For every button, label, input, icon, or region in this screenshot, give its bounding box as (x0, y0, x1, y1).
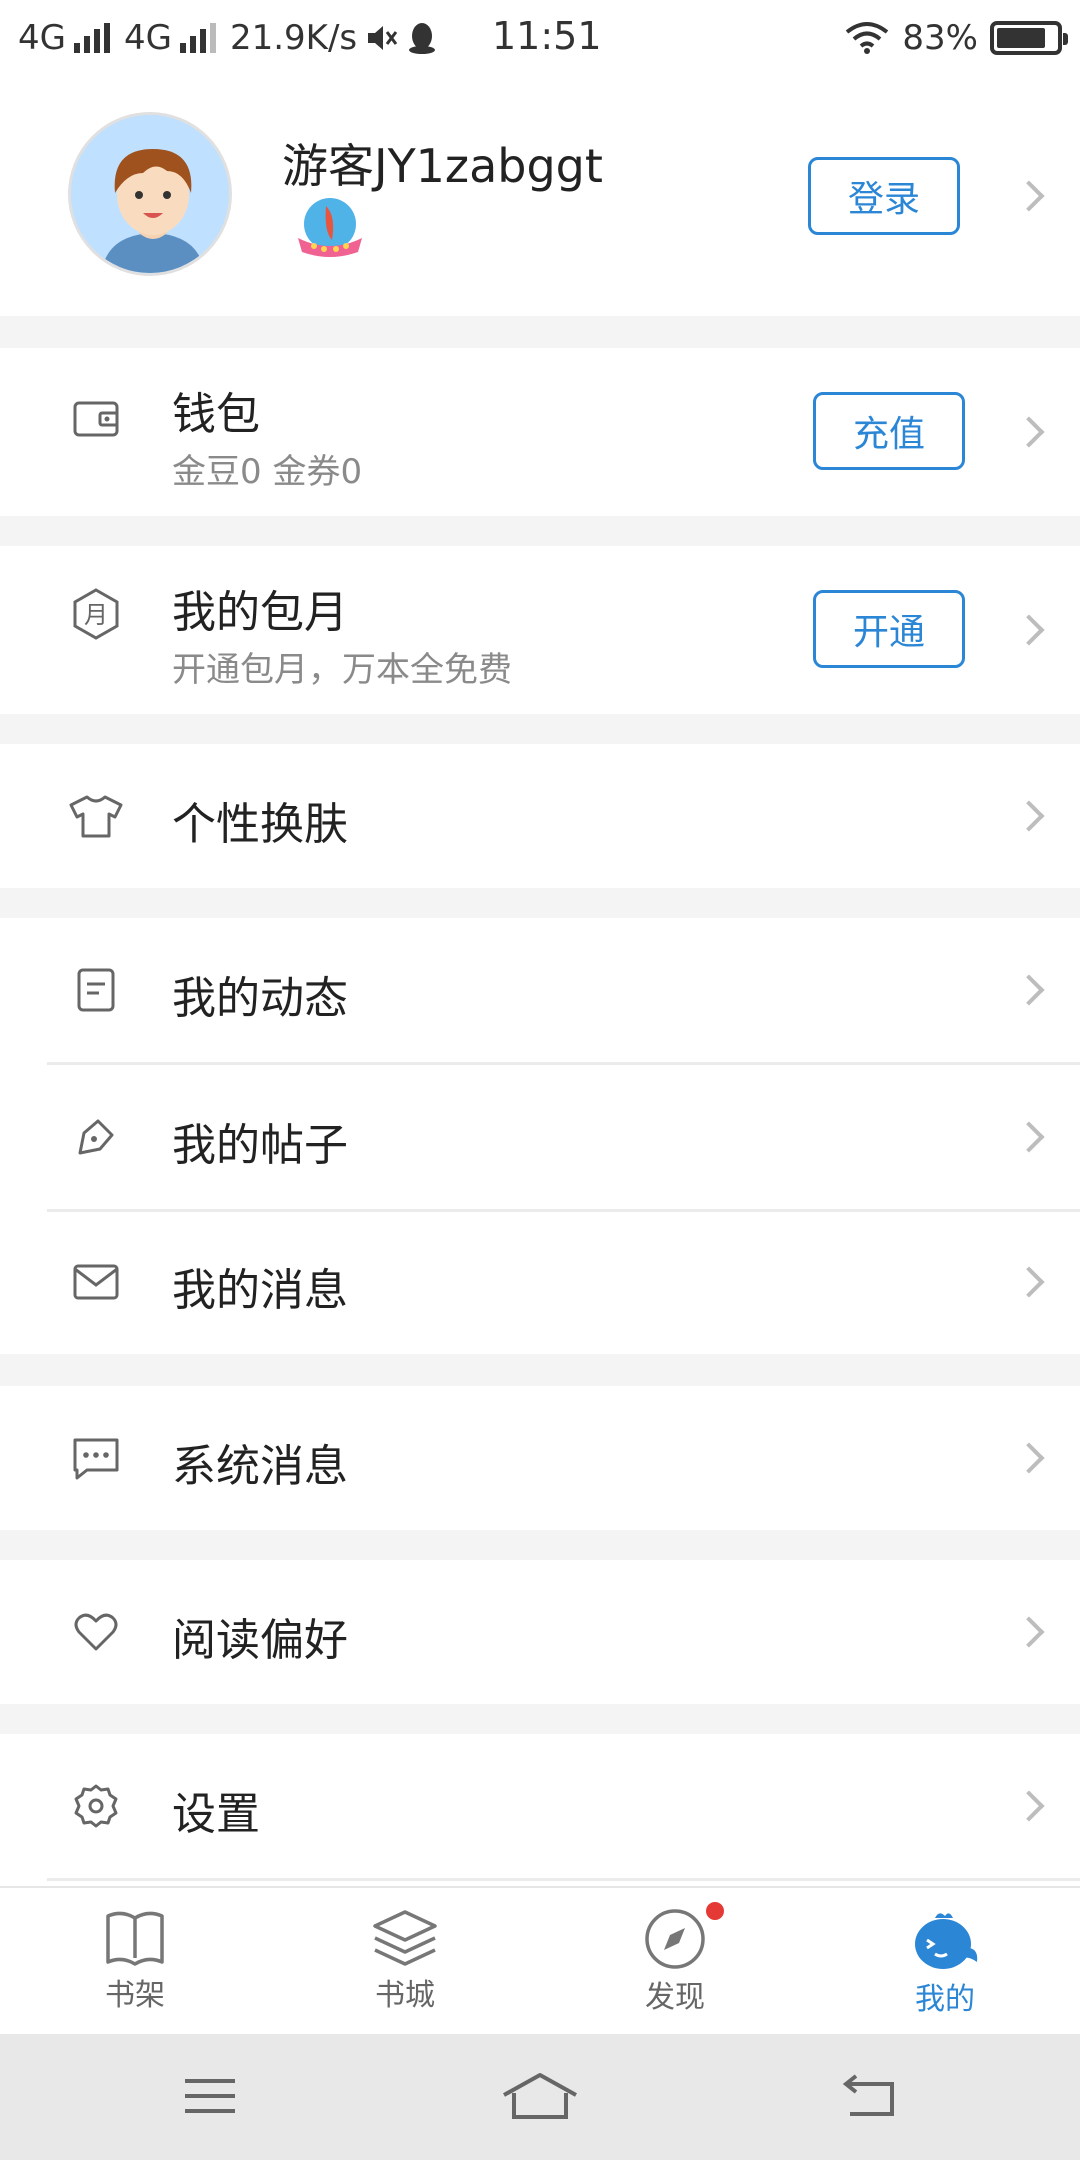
network-speed: 21.9K/s (229, 18, 358, 58)
nav-label: 书城 (375, 1978, 435, 2013)
back-icon (842, 2074, 894, 2116)
status-bar: 4G 4G 21.9K/s 11:51 83% (0, 0, 1080, 76)
divider (47, 1878, 1080, 1881)
menu-button[interactable] (170, 2064, 250, 2128)
wallet-section[interactable]: 钱包 金豆0 金券0 充值 (0, 348, 1080, 516)
system-messages-label: 系统消息 (172, 1441, 348, 1492)
wifi-icon (846, 22, 889, 54)
nav-mine[interactable]: 我的 (810, 1888, 1080, 2036)
activity-label: 我的动态 (172, 973, 348, 1024)
chat-bubble-icon (70, 1432, 122, 1484)
back-button[interactable] (830, 2064, 910, 2128)
nav-discover[interactable]: 发现 (540, 1888, 810, 2036)
nav-bookshelf[interactable]: 书架 (0, 1888, 270, 2036)
system-nav-bar (0, 2034, 1080, 2160)
battery-percent: 83% (902, 18, 978, 58)
level-badge-icon (298, 198, 362, 257)
clock: 11:51 (492, 14, 602, 58)
tshirt-icon (66, 790, 126, 842)
document-icon (70, 964, 122, 1016)
nav-label: 发现 (645, 1980, 705, 2015)
chevron-right-icon (1013, 974, 1045, 1006)
network-type-1: 4G (18, 18, 66, 58)
heart-icon (70, 1606, 122, 1658)
monthly-subtitle: 开通包月，万本全免费 (172, 650, 512, 690)
gear-icon (70, 1780, 122, 1832)
chevron-right-icon (1013, 1121, 1045, 1153)
compass-icon (645, 1909, 705, 1969)
signal-icon (73, 23, 110, 53)
mute-icon (368, 26, 398, 50)
system-messages-row[interactable]: 系统消息 (0, 1386, 1080, 1530)
wallet-icon (70, 392, 122, 444)
username: 游客JY1zabggt (282, 139, 603, 193)
battery-icon (990, 21, 1068, 55)
network-type-2: 4G (123, 18, 172, 58)
menu-icon (185, 2079, 235, 2113)
chevron-right-icon (1013, 1790, 1045, 1822)
layers-icon (373, 1910, 437, 1966)
activity-row[interactable]: 我的动态 (0, 918, 1080, 1062)
pen-icon (70, 1111, 122, 1163)
home-button[interactable] (500, 2064, 580, 2128)
nav-label: 我的 (915, 1982, 975, 2017)
chevron-right-icon (1013, 800, 1045, 832)
reading-prefs-label: 阅读偏好 (172, 1615, 348, 1666)
home-icon (503, 2073, 577, 2119)
settings-label: 设置 (172, 1789, 260, 1840)
skin-row[interactable]: 个性换肤 (0, 744, 1080, 888)
monthly-icon-char: 月 (84, 601, 108, 629)
posts-label: 我的帖子 (172, 1120, 348, 1171)
signal-icon-2 (179, 23, 216, 53)
wallet-balance: 金豆0 金券0 (172, 452, 363, 492)
chevron-right-icon (1013, 180, 1045, 212)
chevron-right-icon (1013, 1266, 1045, 1298)
chevron-right-icon (1013, 416, 1045, 448)
activate-button[interactable]: 开通 (813, 590, 965, 668)
avatar[interactable] (68, 112, 232, 276)
messages-label: 我的消息 (172, 1265, 348, 1316)
chevron-right-icon (1013, 614, 1045, 646)
social-section: 我的动态 我的帖子 我的消息 (0, 918, 1080, 1354)
nav-label: 书架 (105, 1978, 165, 2013)
book-icon (106, 1911, 164, 1966)
bottom-nav: 书架 书城 发现 我的 (0, 1886, 1080, 2034)
chevron-right-icon (1013, 1616, 1045, 1648)
qq-icon (409, 23, 436, 54)
login-button[interactable]: 登录 (808, 157, 960, 235)
mail-icon (70, 1256, 122, 1308)
nav-bookstore[interactable]: 书城 (270, 1888, 540, 2036)
profile-section[interactable]: 游客JY1zabggt 登录 (0, 76, 1080, 316)
monthly-title: 我的包月 (172, 587, 348, 638)
notification-dot (706, 1902, 724, 1920)
wallet-title: 钱包 (172, 389, 260, 440)
monthly-icon: 月 (70, 588, 122, 640)
mascot-icon (915, 1913, 978, 1969)
recharge-button[interactable]: 充值 (813, 392, 965, 470)
skin-label: 个性换肤 (172, 799, 348, 850)
messages-row[interactable]: 我的消息 (0, 1212, 1080, 1354)
reading-prefs-row[interactable]: 阅读偏好 (0, 1560, 1080, 1704)
posts-row[interactable]: 我的帖子 (0, 1065, 1080, 1209)
settings-row[interactable]: 设置 (0, 1734, 1080, 1886)
monthly-section[interactable]: 月 我的包月 开通包月，万本全免费 开通 (0, 546, 1080, 714)
chevron-right-icon (1013, 1442, 1045, 1474)
